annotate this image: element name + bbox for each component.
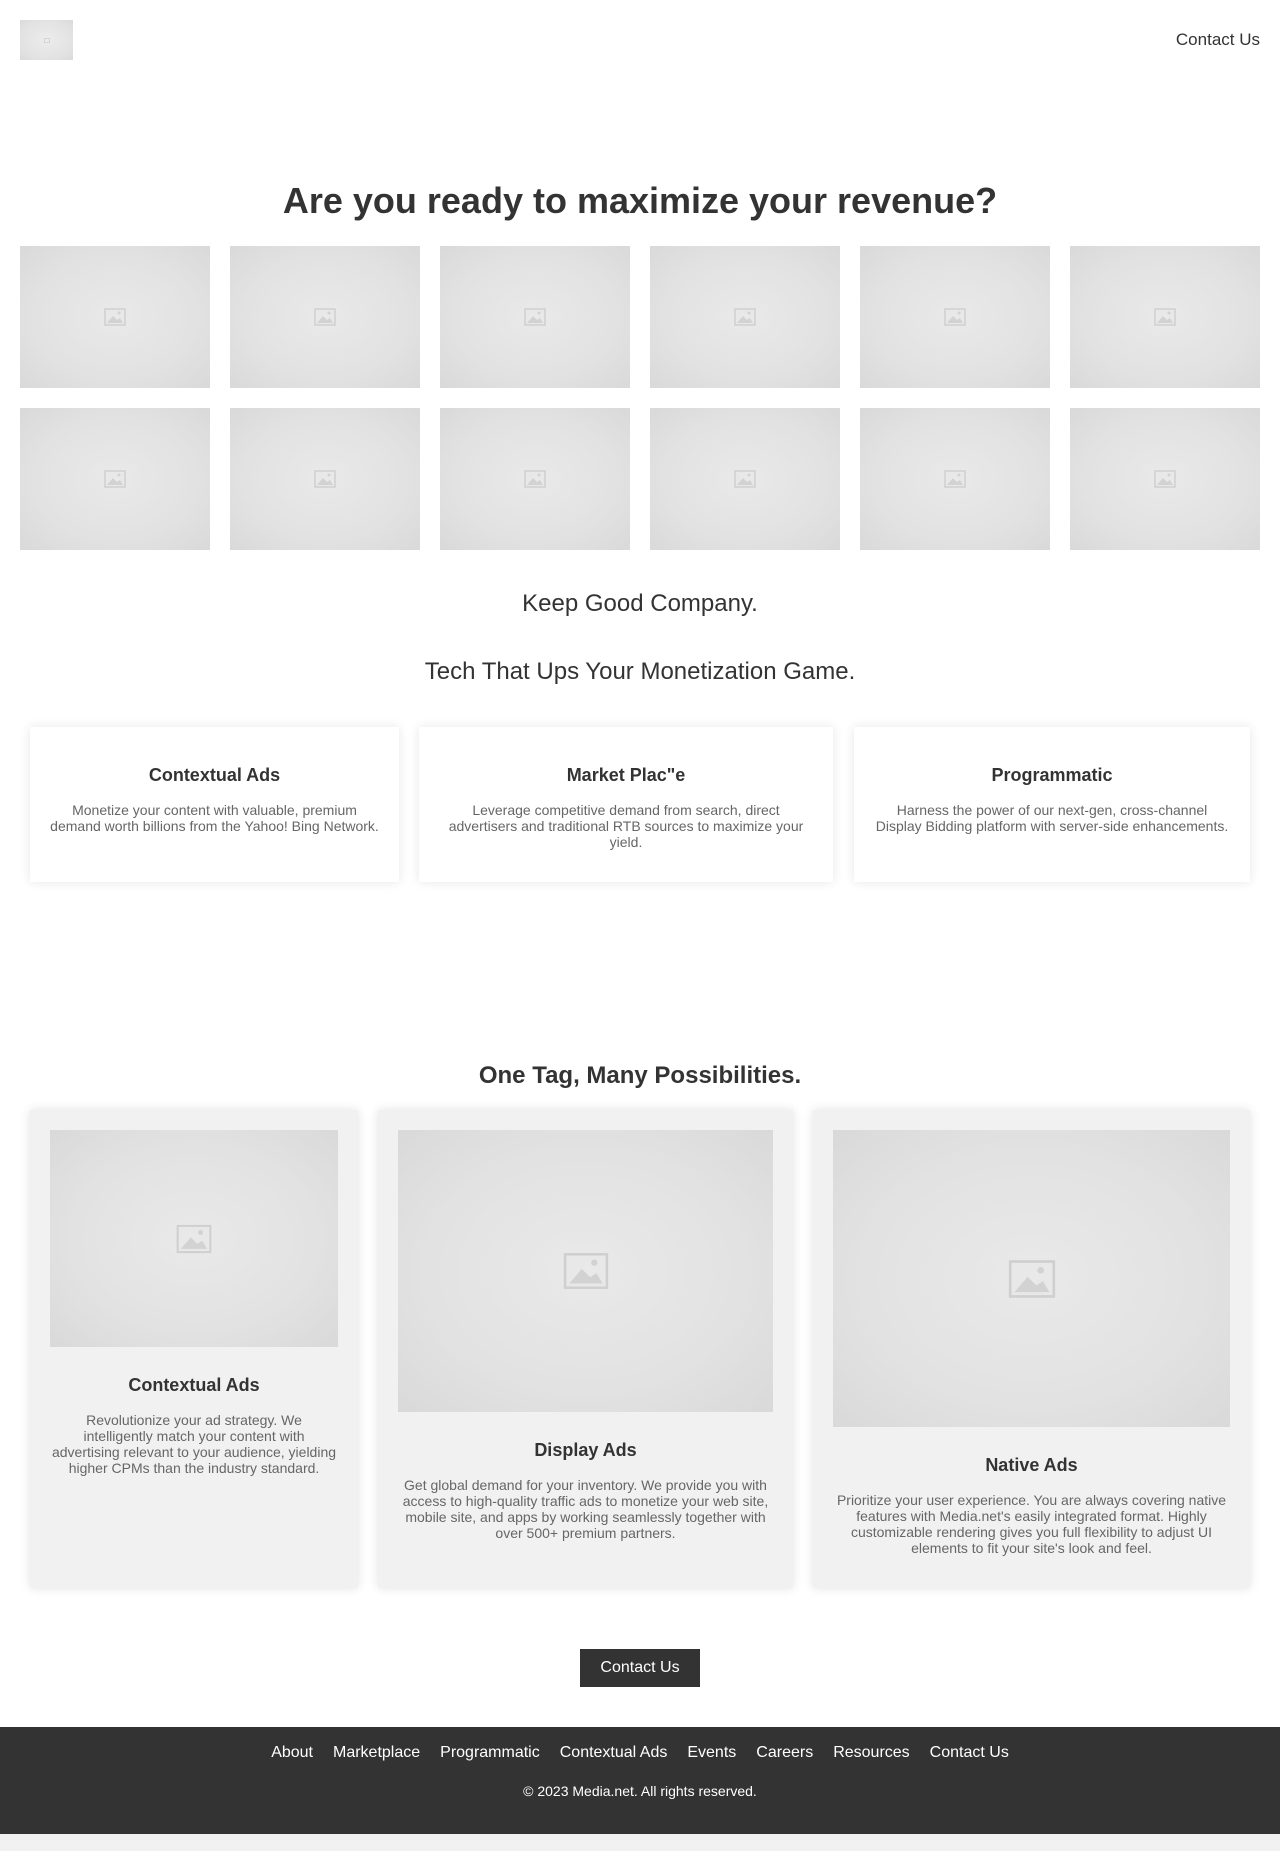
site-logo[interactable]	[20, 20, 73, 60]
image-placeholder-icon	[43, 37, 50, 43]
page: Contact Us Are you ready to maximize you…	[0, 0, 1280, 1834]
footer-link-resources[interactable]: Resources	[833, 1744, 909, 1762]
contact-us-button[interactable]: Contact Us	[580, 1649, 700, 1687]
partner-logo	[230, 408, 420, 550]
partner-logo	[860, 246, 1050, 388]
tech-tagline: Tech That Ups Your Monetization Game.	[424, 658, 856, 685]
feature-text: Leverage competitive demand from search,…	[448, 802, 804, 850]
footer-link-programmatic[interactable]: Programmatic	[440, 1744, 540, 1762]
image-placeholder-icon	[104, 470, 126, 488]
image-placeholder-icon	[314, 308, 336, 326]
image-placeholder-icon	[944, 308, 966, 326]
ad-card-text: Get global demand for your inventory. We…	[402, 1477, 769, 1541]
partner-logo-grid	[20, 246, 1260, 550]
feature-title: Programmatic	[991, 765, 1113, 785]
image-placeholder-icon	[734, 470, 756, 488]
hero-title: Are you ready to maximize your revenue?	[282, 180, 998, 221]
ad-card-text: Revolutionize your ad strategy. We intel…	[51, 1412, 337, 1476]
site-footer: About Marketplace Programmatic Contextua…	[0, 1727, 1280, 1834]
image-placeholder-icon	[563, 1253, 608, 1289]
image-placeholder-icon	[524, 308, 546, 326]
footer-link-contact-us[interactable]: Contact Us	[930, 1744, 1009, 1762]
partner-logo	[860, 408, 1050, 550]
image-placeholder-icon	[1154, 470, 1176, 488]
footer-link-marketplace[interactable]: Marketplace	[333, 1744, 420, 1762]
partner-logo	[440, 246, 630, 388]
one-tag-title: One Tag, Many Possibilities.	[478, 1062, 802, 1089]
feature-title: Market Plac"e	[566, 765, 686, 785]
footer-link-contextual-ads[interactable]: Contextual Ads	[560, 1744, 668, 1762]
footer-link-about[interactable]: About	[271, 1744, 313, 1762]
image-placeholder-icon	[524, 470, 546, 488]
header-contact-link[interactable]: Contact Us	[1176, 30, 1260, 50]
image-placeholder-icon	[1008, 1259, 1055, 1298]
footer-nav: About Marketplace Programmatic Contextua…	[0, 1744, 1280, 1762]
ad-card-title: Contextual Ads	[128, 1375, 260, 1395]
ad-card-image	[398, 1130, 773, 1412]
copyright: © 2023 Media.net. All rights reserved.	[523, 1783, 757, 1799]
feature-text: Harness the power of our next-gen, cross…	[875, 802, 1229, 834]
ad-card-display: Display Ads Get global demand for your i…	[378, 1110, 793, 1588]
feature-card-marketplace: Market Plac"e Leverage competitive deman…	[419, 727, 833, 882]
company-tagline: Keep Good Company.	[522, 590, 758, 617]
image-placeholder-icon	[734, 308, 756, 326]
partner-logo	[440, 408, 630, 550]
footer-link-events[interactable]: Events	[687, 1744, 736, 1762]
image-placeholder-icon	[314, 470, 336, 488]
partner-logo	[20, 246, 210, 388]
partner-logo	[20, 408, 210, 550]
ad-card-image	[833, 1130, 1230, 1427]
ad-card-native: Native Ads Prioritize your user experien…	[813, 1110, 1250, 1588]
ad-card-image	[50, 1130, 338, 1347]
image-placeholder-icon	[104, 308, 126, 326]
partner-logo	[1070, 246, 1260, 388]
ad-card-text: Prioritize your user experience. You are…	[836, 1492, 1227, 1556]
ad-card-contextual: Contextual Ads Revolutionize your ad str…	[30, 1110, 358, 1588]
feature-title: Contextual Ads	[148, 765, 281, 785]
feature-card-programmatic: Programmatic Harness the power of our ne…	[854, 727, 1250, 882]
partner-logo	[1070, 408, 1260, 550]
partner-logo	[650, 408, 840, 550]
image-placeholder-icon	[176, 1224, 212, 1253]
feature-card-contextual: Contextual Ads Monetize your content wit…	[30, 727, 399, 882]
ad-card-title: Native Ads	[985, 1455, 1078, 1475]
partner-logo	[650, 246, 840, 388]
footer-link-careers[interactable]: Careers	[756, 1744, 813, 1762]
ad-card-title: Display Ads	[534, 1440, 637, 1460]
partner-logo	[230, 246, 420, 388]
site-header: Contact Us	[0, 0, 1280, 80]
feature-text: Monetize your content with valuable, pre…	[50, 802, 379, 834]
image-placeholder-icon	[944, 470, 966, 488]
image-placeholder-icon	[1154, 308, 1176, 326]
